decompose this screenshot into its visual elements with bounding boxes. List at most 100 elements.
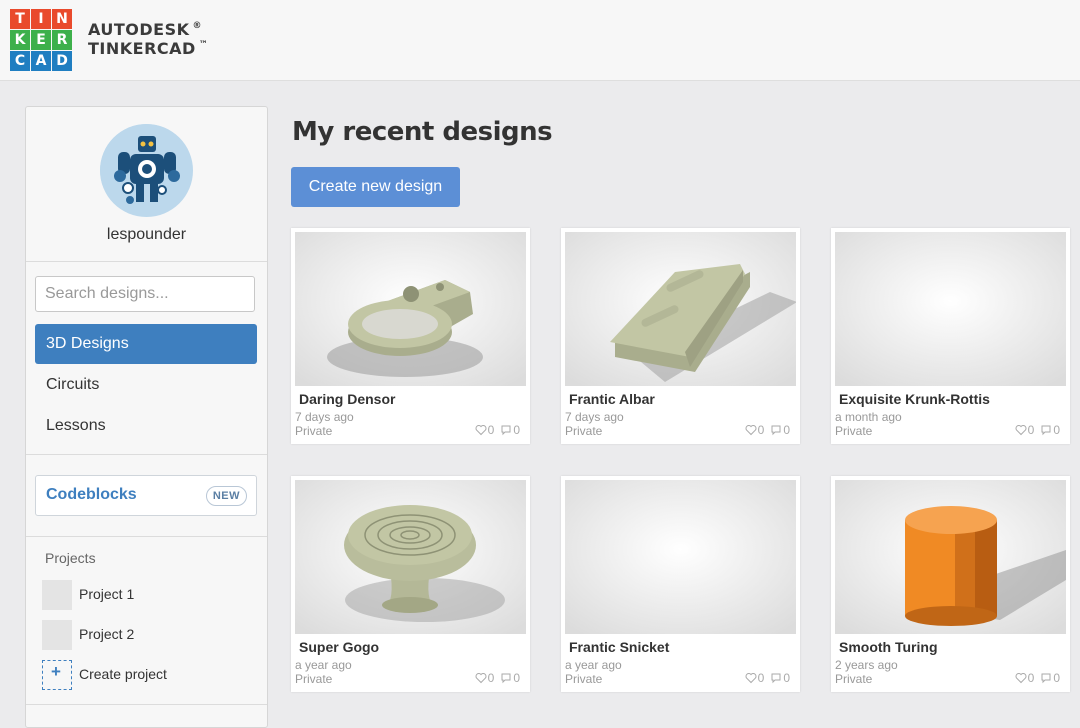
avatar[interactable]: [100, 124, 193, 217]
comment-icon: [1040, 672, 1052, 684]
new-badge: NEW: [205, 486, 247, 506]
nav-circuits[interactable]: Circuits: [35, 365, 257, 405]
search-designs-input[interactable]: [35, 276, 255, 312]
design-time: 2 years ago: [835, 658, 898, 672]
project-item[interactable]: Project 2: [42, 620, 257, 650]
comments[interactable]: 0: [770, 671, 790, 685]
design-visibility: Private: [295, 424, 333, 438]
design-title[interactable]: Daring Densor: [299, 391, 395, 407]
design-time: a month ago: [835, 410, 902, 424]
create-project-button[interactable]: + Create project: [42, 660, 257, 690]
project-thumbnail: [42, 620, 72, 650]
design-thumbnail[interactable]: [565, 480, 796, 634]
codeblocks-link[interactable]: Codeblocks NEW: [35, 475, 257, 516]
design-thumbnail[interactable]: [295, 232, 526, 386]
comments-count: 0: [513, 671, 520, 685]
project-name: Project 2: [79, 626, 135, 642]
design-title[interactable]: Exquisite Krunk-Rottis: [839, 391, 990, 407]
registered-mark: ®: [192, 21, 203, 31]
likes[interactable]: 0: [745, 423, 764, 437]
likes-count: 0: [487, 671, 495, 685]
design-thumbnail[interactable]: [295, 480, 526, 634]
top-bar: TIN KER CAD AUTODESK ® TINKERCAD ™: [0, 0, 1080, 81]
design-stats: 00: [745, 671, 790, 685]
nav-3d-designs[interactable]: 3D Designs: [35, 324, 257, 364]
likes-count: 0: [487, 423, 495, 437]
design-thumbnail[interactable]: [565, 232, 796, 386]
tinkercad-logo[interactable]: TIN KER CAD: [10, 9, 73, 71]
comment-icon: [770, 424, 782, 436]
design-visibility: Private: [295, 672, 333, 686]
design-card[interactable]: Exquisite Krunk-Rottis a month ago Private…: [831, 228, 1070, 444]
comment-icon: [500, 672, 512, 684]
design-title[interactable]: Super Gogo: [299, 639, 379, 655]
divider: [26, 261, 267, 262]
comments[interactable]: 0: [1040, 671, 1060, 685]
design-visibility: Private: [835, 424, 873, 438]
design-thumbnail[interactable]: [835, 232, 1066, 386]
design-visibility: Private: [565, 672, 603, 686]
design-title[interactable]: Frantic Albar: [569, 391, 655, 407]
logo-letter: D: [52, 51, 72, 71]
brand-line-2: TINKERCAD: [88, 39, 196, 58]
divider: [26, 704, 267, 705]
design-card[interactable]: Daring Densor 7 days ago Private 0 0: [291, 228, 530, 444]
logo-letter: N: [52, 9, 72, 29]
project-name: Project 1: [79, 586, 135, 602]
divider: [26, 454, 267, 455]
plus-icon: +: [51, 662, 61, 681]
divider: [26, 536, 267, 537]
likes-count: 0: [757, 671, 765, 685]
nav-lessons[interactable]: Lessons: [35, 406, 257, 446]
codeblocks-label: Codeblocks: [46, 486, 137, 503]
design-visibility: Private: [835, 672, 873, 686]
design-stats: 00: [475, 423, 520, 437]
design-card[interactable]: Frantic Snicket a year ago Private 0 0: [561, 476, 800, 692]
username[interactable]: lespounder: [26, 226, 267, 244]
comments-count: 0: [1053, 671, 1060, 685]
trademark-mark: ™: [198, 40, 209, 50]
design-stats: 00: [475, 671, 520, 685]
brand-name[interactable]: AUTODESK ® TINKERCAD ™: [88, 20, 208, 58]
likes[interactable]: 0: [745, 671, 765, 685]
design-visibility: Private: [565, 424, 603, 438]
logo-letter: E: [31, 30, 51, 50]
comments[interactable]: 0: [500, 423, 520, 437]
likes[interactable]: 0: [1015, 671, 1035, 685]
comment-icon: [770, 672, 782, 684]
design-title[interactable]: Frantic Snicket: [569, 639, 669, 655]
heart-icon: [745, 424, 757, 436]
design-card[interactable]: Frantic Albar 7 days ago Private 0 0: [561, 228, 800, 444]
comments-count: 0: [1053, 423, 1060, 437]
design-time: 7 days ago: [295, 410, 354, 424]
design-time: a year ago: [565, 658, 622, 672]
design-stats: 00: [1015, 423, 1060, 437]
create-project-label: Create project: [79, 666, 167, 682]
comments-count: 0: [783, 671, 790, 685]
design-thumbnail[interactable]: [835, 480, 1066, 634]
likes[interactable]: 0: [475, 671, 495, 685]
robot-avatar-icon: [100, 124, 192, 216]
add-project-box: +: [42, 660, 72, 690]
logo-letter: I: [31, 9, 51, 29]
comments-count: 0: [513, 423, 520, 437]
likes[interactable]: 0: [1015, 423, 1034, 437]
project-item[interactable]: Project 1: [42, 580, 257, 610]
comments[interactable]: 0: [1040, 423, 1060, 437]
heart-icon: [745, 672, 757, 684]
logo-letter: A: [31, 51, 51, 71]
heart-icon: [475, 424, 487, 436]
logo-letter: C: [10, 51, 30, 71]
likes-count: 0: [1027, 671, 1035, 685]
design-card[interactable]: Smooth Turing 2 years ago Private 0 0: [831, 476, 1070, 692]
design-title[interactable]: Smooth Turing: [839, 639, 938, 655]
likes[interactable]: 0: [475, 423, 495, 437]
comments[interactable]: 0: [770, 423, 790, 437]
design-card[interactable]: Super Gogo a year ago Private 0 0: [291, 476, 530, 692]
create-new-design-button[interactable]: Create new design: [291, 167, 460, 207]
sidebar: lespounder 3D Designs Circuits Lessons C…: [25, 106, 268, 728]
comment-icon: [1040, 424, 1052, 436]
projects-heading: Projects: [45, 550, 96, 566]
design-stats: 00: [745, 423, 790, 437]
comments[interactable]: 0: [500, 671, 520, 685]
